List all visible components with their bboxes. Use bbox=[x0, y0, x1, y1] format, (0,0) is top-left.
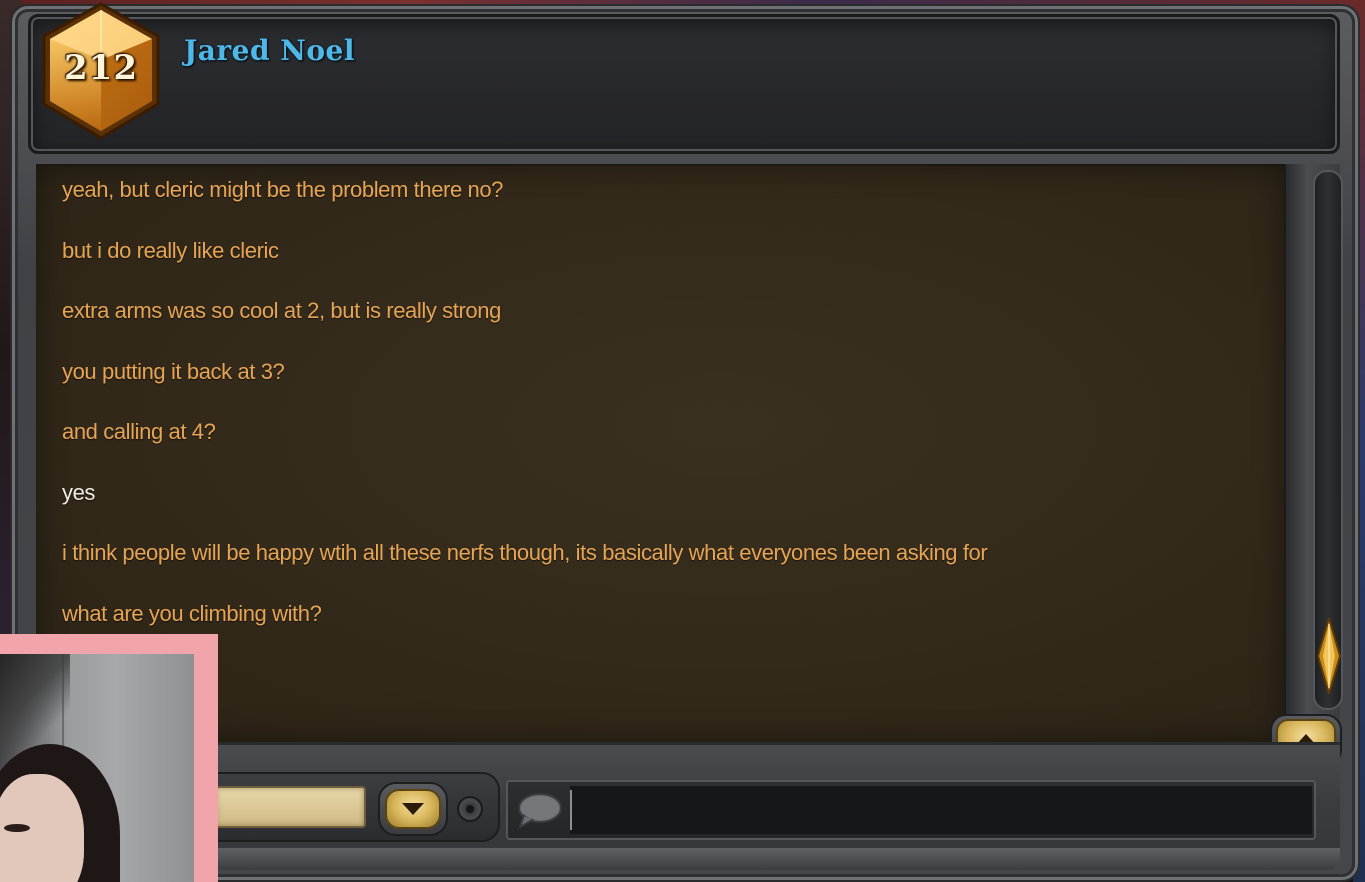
chat-message: extra arms was so cool at 2, but is real… bbox=[62, 298, 501, 323]
text-caret bbox=[570, 790, 572, 830]
webcam-feed bbox=[0, 654, 194, 882]
chat-input[interactable] bbox=[570, 786, 1312, 834]
status-indicator bbox=[457, 796, 483, 822]
chat-bottom-ledge bbox=[28, 848, 1340, 870]
chat-message: you putting it back at 3? bbox=[62, 359, 285, 384]
rank-number: 212 bbox=[64, 48, 138, 88]
chat-message: and calling at 4? bbox=[62, 419, 216, 444]
chat-message: what are you climbing with? bbox=[62, 601, 322, 626]
chat-message: but i do really like cleric bbox=[62, 238, 279, 263]
player-name: Jared Noel bbox=[184, 34, 356, 67]
chat-message: i think people will be happy wtih all th… bbox=[62, 540, 988, 565]
diamond-scroll-icon[interactable] bbox=[1316, 618, 1342, 694]
chat-message: yeah, but cleric might be the problem th… bbox=[62, 177, 504, 202]
chat-message-self: yes bbox=[62, 480, 96, 505]
status-dropdown-button[interactable] bbox=[378, 782, 448, 836]
status-field[interactable] bbox=[214, 786, 366, 828]
arrow-down-icon bbox=[402, 803, 424, 815]
chat-bubble-icon bbox=[512, 790, 566, 830]
